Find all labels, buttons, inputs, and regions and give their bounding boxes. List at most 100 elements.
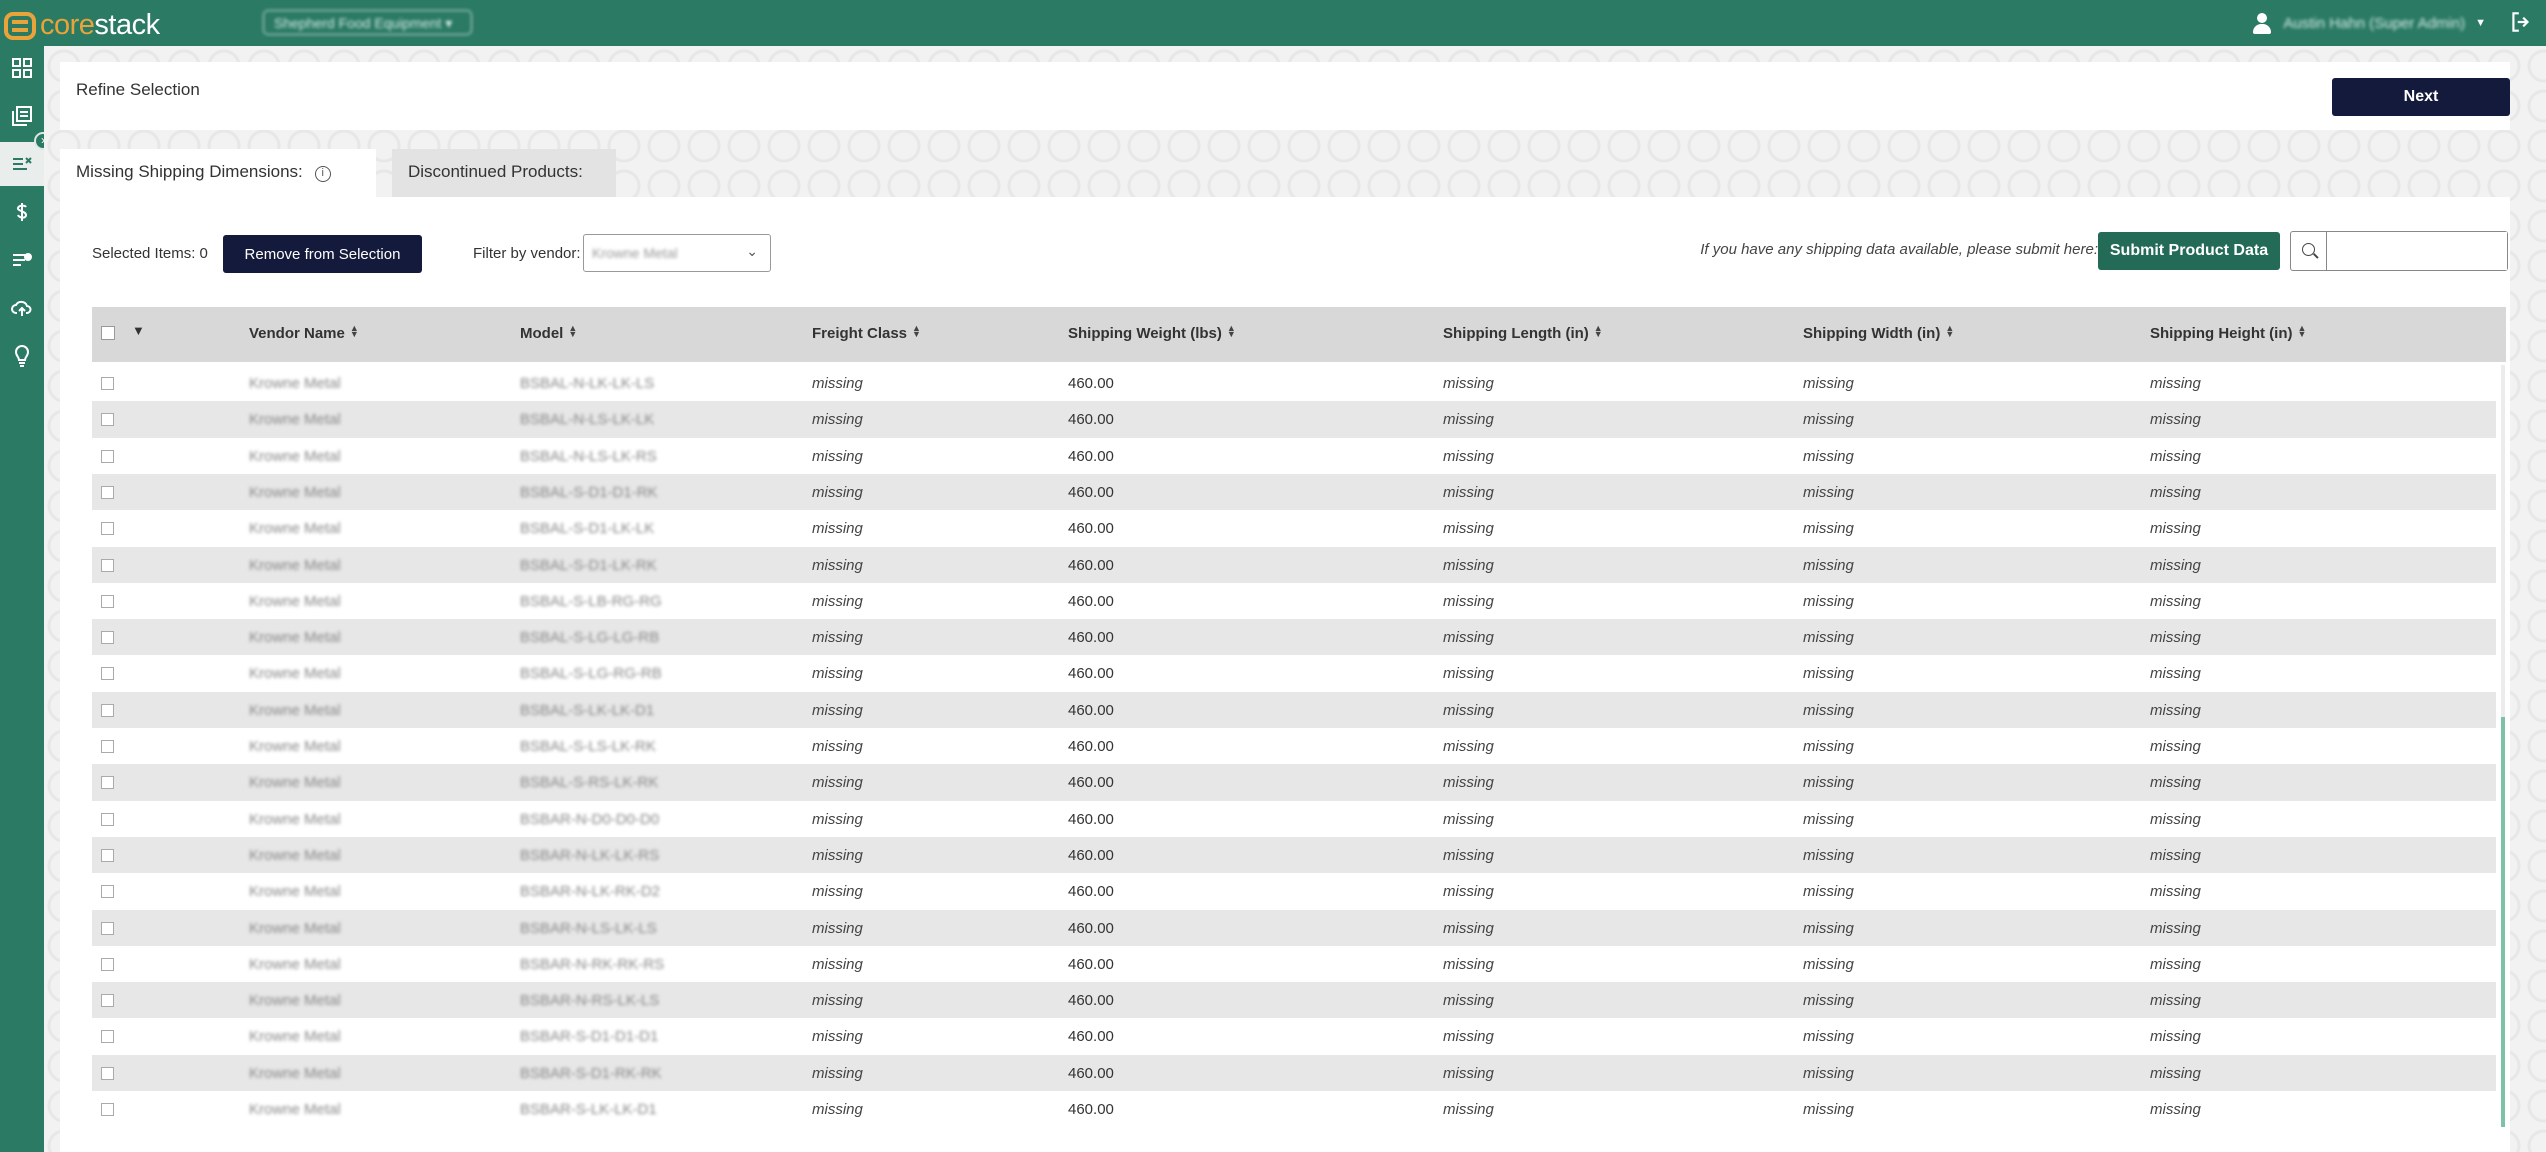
table-row[interactable]: Krowne Metal BSBAL-S-D1-LK-RK missing 460.0… xyxy=(92,546,2496,583)
submit-product-data-button[interactable]: Submit Product Data xyxy=(2098,232,2280,270)
logout-icon[interactable] xyxy=(2508,9,2534,35)
row-checkbox[interactable] xyxy=(101,957,114,971)
table-row[interactable]: Krowne Metal BSBAR-N-LK-RK-D2 missing 460.0… xyxy=(92,873,2496,909)
cell-width: missing xyxy=(1803,375,1854,392)
row-checkbox[interactable] xyxy=(101,594,114,608)
table-row[interactable]: Krowne Metal BSBAL-S-LB-RG-RG missing 460.0… xyxy=(92,583,2496,619)
table-row[interactable]: Krowne Metal BSBAL-S-D1-LK-LK missing 460.0… xyxy=(92,510,2496,546)
table-row[interactable]: Krowne Metal BSBAL-S-LS-LK-RK missing 460.0… xyxy=(92,728,2496,764)
table-row[interactable]: Krowne Metal BSBAR-S-D1-RK-RK missing 460.0… xyxy=(92,1054,2496,1091)
column-header-vendor-name[interactable]: Vendor Name ▲ ▼ xyxy=(249,324,359,343)
user-menu[interactable]: Austin Hahn (Super Admin) ▼ xyxy=(2251,11,2486,35)
table-row[interactable]: Krowne Metal BSBAL-S-D1-D1-RK missing 460.0… xyxy=(92,473,2496,511)
cell-length: missing xyxy=(1443,1028,1494,1046)
row-checkbox[interactable] xyxy=(101,921,114,935)
cell-model: BSBAL-S-LK-LK-D1 xyxy=(520,701,655,719)
cell-height: missing xyxy=(2150,701,2201,719)
table-row[interactable]: Krowne Metal BSBAL-S-LG-RG-RB missing 460.0… xyxy=(92,655,2496,691)
filter-by-vendor-label: Filter by vendor: xyxy=(473,245,581,262)
row-checkbox[interactable] xyxy=(101,667,114,681)
cell-height: missing xyxy=(2150,1028,2201,1046)
cell-model: BSBAL-N-LS-LK-LK xyxy=(520,411,655,429)
table-row[interactable]: Krowne Metal BSBAR-N-D0-D0-D0 missing 460.0… xyxy=(92,801,2496,837)
column-header-shipping-height[interactable]: Shipping Height (in) ▲ ▼ xyxy=(2150,324,2306,343)
app-logo[interactable]: corestack xyxy=(4,9,160,42)
row-checkbox[interactable] xyxy=(101,776,114,790)
filter-list-icon xyxy=(13,157,32,170)
cell-height: missing xyxy=(2150,992,2201,1010)
table-row[interactable]: Krowne Metal BSBAL-N-LS-LK-RS missing 460.0… xyxy=(92,438,2496,474)
table-header: ▼ Vendor Name ▲ ▼ Model ▲ ▼ Freight Class ▲ ▼ … xyxy=(92,307,2506,362)
column-header-shipping-weight[interactable]: Shipping Weight (lbs) ▲ ▼ xyxy=(1068,324,1236,343)
user-name: Austin Hahn (Super Admin) xyxy=(2283,14,2466,32)
cell-width: missing xyxy=(1803,738,1854,755)
sidebar-item-catalog[interactable] xyxy=(0,94,44,138)
row-checkbox[interactable] xyxy=(101,631,114,645)
row-checkbox[interactable] xyxy=(101,522,114,536)
sidebar-item-lists[interactable] xyxy=(0,238,44,282)
search-icon[interactable] xyxy=(2291,232,2327,270)
cell-weight: 460.00 xyxy=(1068,955,1114,973)
next-button[interactable]: Next xyxy=(2332,78,2510,116)
row-checkbox[interactable] xyxy=(101,449,114,463)
column-header-shipping-width[interactable]: Shipping Width (in) ▲ ▼ xyxy=(1803,324,1954,343)
sidebar-item-upload[interactable] xyxy=(0,286,44,330)
cell-vendor: Krowne Metal xyxy=(249,701,341,719)
row-checkbox[interactable] xyxy=(101,413,114,427)
row-checkbox[interactable] xyxy=(101,558,114,572)
table-row[interactable]: Krowne Metal BSBAR-S-D1-D1-D1 missing 460.0… xyxy=(92,1018,2496,1054)
row-checkbox[interactable] xyxy=(101,377,114,390)
cell-freight: missing xyxy=(812,629,863,647)
table-row[interactable]: Krowne Metal BSBAL-S-RS-LK-RK missing 460.0… xyxy=(92,764,2496,801)
sidebar-item-pricing[interactable] xyxy=(0,190,44,234)
sidebar-item-ideas[interactable] xyxy=(0,334,44,378)
row-checkbox[interactable] xyxy=(101,740,114,753)
cell-model: BSBAR-N-LS-LK-LS xyxy=(520,919,657,937)
tab-discontinued-products[interactable]: Discontinued Products: xyxy=(392,149,616,197)
cell-height: missing xyxy=(2150,629,2201,647)
cell-width: missing xyxy=(1803,665,1854,683)
table-scrollbar-thumb[interactable] xyxy=(2501,717,2505,1127)
cell-width: missing xyxy=(1803,1064,1854,1082)
cell-height: missing xyxy=(2150,1064,2201,1082)
table-row[interactable]: Krowne Metal BSBAR-N-RK-RK-RS missing 460.0… xyxy=(92,946,2496,982)
cell-height: missing xyxy=(2150,592,2201,610)
row-checkbox[interactable] xyxy=(101,1066,114,1080)
table-row[interactable]: Krowne Metal BSBAL-N-LK-LK-LS missing 460.0… xyxy=(92,365,2496,401)
table-row[interactable]: Krowne Metal BSBAL-S-LK-LK-D1 missing 460.0… xyxy=(92,691,2496,728)
table-row[interactable]: Krowne Metal BSBAR-N-RS-LK-LS missing 460.0… xyxy=(92,982,2496,1019)
remove-from-selection-button[interactable]: Remove from Selection xyxy=(223,235,422,273)
row-checkbox[interactable] xyxy=(101,848,114,862)
select-options-dropdown-icon[interactable]: ▼ xyxy=(132,323,145,338)
cell-model: BSBAL-S-D1-LK-LK xyxy=(520,520,655,538)
row-checkbox[interactable] xyxy=(101,812,114,826)
cell-freight: missing xyxy=(812,411,863,429)
vendor-filter-select[interactable]: Krowne Metal ⌄ xyxy=(583,234,771,272)
column-header-freight-class[interactable]: Freight Class ▲ ▼ xyxy=(812,324,921,343)
row-checkbox[interactable] xyxy=(101,994,114,1008)
cell-weight: 460.00 xyxy=(1068,701,1114,719)
row-checkbox[interactable] xyxy=(101,485,114,499)
row-checkbox[interactable] xyxy=(101,703,114,717)
table-row[interactable]: Krowne Metal BSBAL-S-LG-LG-RB missing 460.0… xyxy=(92,619,2496,656)
company-selector[interactable]: Shepherd Food Equipment ▾ xyxy=(263,10,472,35)
table-row[interactable]: Krowne Metal BSBAR-N-LK-LK-RS missing 460.0… xyxy=(92,836,2496,874)
column-header-model[interactable]: Model ▲ ▼ xyxy=(520,324,577,343)
sort-icon: ▲ ▼ xyxy=(1593,323,1603,339)
select-all-checkbox[interactable] xyxy=(101,326,115,340)
column-header-shipping-length[interactable]: Shipping Length (in) ▲ ▼ xyxy=(1443,323,1603,343)
cell-freight: missing xyxy=(812,883,863,901)
row-checkbox[interactable] xyxy=(101,1030,114,1044)
info-icon[interactable]: i xyxy=(314,166,331,182)
table-row[interactable]: Krowne Metal BSBAL-N-LS-LK-LK missing 460.0… xyxy=(92,401,2496,438)
cell-length: missing xyxy=(1443,810,1494,828)
sidebar-item-dashboard[interactable] xyxy=(0,46,44,90)
row-checkbox[interactable] xyxy=(101,885,114,899)
table-row[interactable]: Krowne Metal BSBAR-S-LK-LK-D1 missing 460.0… xyxy=(92,1091,2496,1127)
table-row[interactable]: Krowne Metal BSBAR-N-LS-LK-LS missing 460.0… xyxy=(92,909,2496,946)
submit-data-note: If you have any shipping data available,… xyxy=(1700,241,2098,258)
row-checkbox[interactable] xyxy=(101,1103,114,1116)
tab-missing-shipping-dimensions[interactable]: Missing Shipping Dimensions: i xyxy=(60,149,376,197)
search-input[interactable] xyxy=(2327,232,2507,270)
cell-weight: 460.00 xyxy=(1068,883,1114,901)
